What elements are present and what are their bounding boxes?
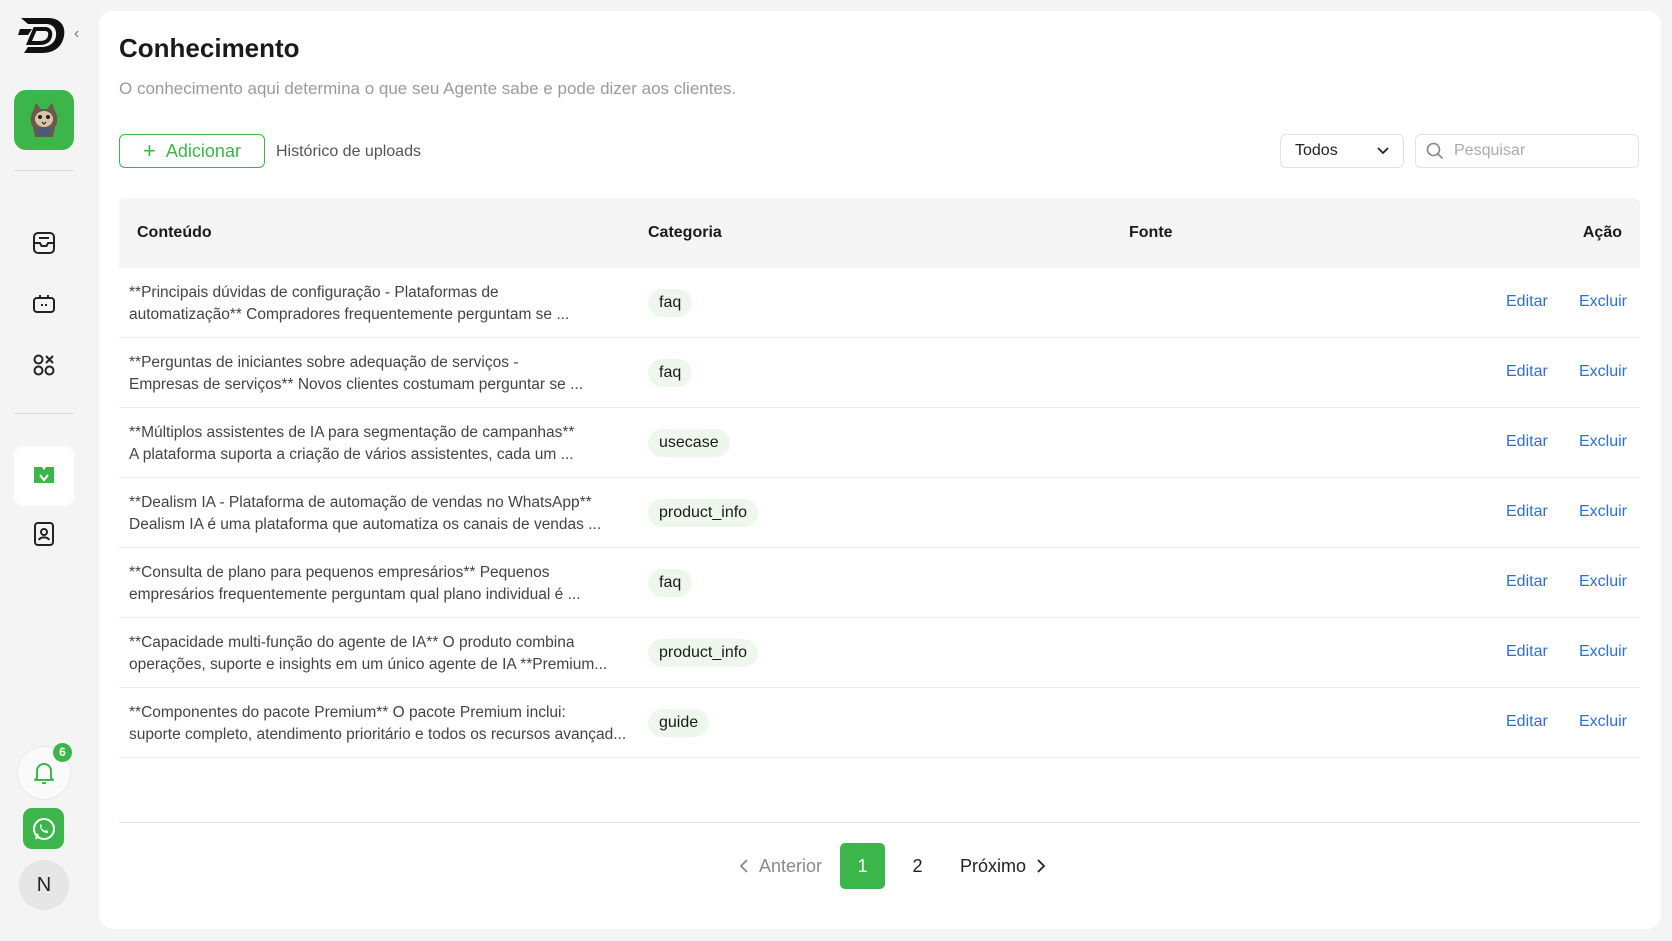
table-row: **Perguntas de iniciantes sobre adequaçã… [119, 338, 1640, 408]
row-content: **Perguntas de iniciantes sobre adequaçã… [129, 352, 629, 396]
table-footer-divider [119, 822, 1640, 823]
previous-page-label: Anterior [759, 855, 823, 876]
add-button-label: Adicionar [165, 140, 241, 161]
row-content: **Consulta de plano para pequenos empres… [129, 562, 629, 606]
row-content-line: automatização** Compradores frequentemen… [129, 306, 570, 323]
edit-button[interactable]: Editar [1506, 433, 1548, 451]
category-tag: usecase [648, 429, 730, 457]
row-content-line: **Múltiplos assistentes de IA para segme… [129, 424, 575, 441]
search-icon [1426, 142, 1444, 160]
category-tag: product_info [648, 499, 759, 527]
row-content-line: **Capacidade multi-função do agente de I… [129, 634, 575, 651]
sidebar: ‹ 6 N [0, 0, 88, 941]
row-content-line: Empresas de serviços** Novos clientes co… [129, 376, 583, 393]
table-row: **Principais dúvidas de configuração - P… [119, 268, 1640, 338]
agent-avatar[interactable] [14, 90, 74, 150]
edit-button[interactable]: Editar [1506, 503, 1548, 521]
chevron-left-icon[interactable]: ‹ [74, 26, 88, 42]
row-content-line: suporte completo, atendimento prioritári… [129, 726, 627, 743]
category-filter-select[interactable]: Todos [1280, 134, 1404, 168]
table-header: Conteúdo Categoria Fonte Ação [119, 198, 1640, 268]
row-content: **Capacidade multi-função do agente de I… [129, 632, 629, 676]
page-1-button[interactable]: 1 [840, 843, 886, 889]
category-tag: faq [648, 359, 693, 387]
chevron-down-icon [1377, 147, 1389, 155]
row-content-line: **Dealism IA - Plataforma de automação d… [129, 494, 592, 511]
chevron-left-icon [739, 859, 748, 873]
table-row: **Consulta de plano para pequenos empres… [119, 548, 1640, 618]
delete-button[interactable]: Excluir [1579, 643, 1627, 661]
table-row: **Múltiplos assistentes de IA para segme… [119, 408, 1640, 478]
next-page-label: Próximo [960, 855, 1027, 876]
row-content-line: **Perguntas de iniciantes sobre adequaçã… [129, 354, 519, 371]
delete-button[interactable]: Excluir [1579, 573, 1627, 591]
table-row: **Dealism IA - Plataforma de automação d… [119, 478, 1640, 548]
add-button[interactable]: + Adicionar [119, 134, 265, 168]
upload-history-link[interactable]: Histórico de uploads [276, 143, 421, 161]
row-content-line: Dealism IA é uma plataforma que automati… [129, 516, 602, 533]
delete-button[interactable]: Excluir [1579, 503, 1627, 521]
edit-button[interactable]: Editar [1506, 293, 1548, 311]
sidebar-divider [14, 170, 74, 171]
logo-icon[interactable] [18, 14, 68, 56]
whatsapp-icon [32, 817, 55, 840]
table-row: **Componentes do pacote Premium** O paco… [119, 688, 1640, 758]
delete-button[interactable]: Excluir [1579, 433, 1627, 451]
table-body: **Principais dúvidas de configuração - P… [119, 268, 1640, 758]
user-avatar[interactable]: N [19, 860, 69, 910]
delete-button[interactable]: Excluir [1579, 293, 1627, 311]
search-box [1415, 134, 1639, 168]
row-content: **Múltiplos assistentes de IA para segme… [129, 422, 629, 466]
page-title: Conhecimento [119, 33, 300, 63]
edit-button[interactable]: Editar [1506, 573, 1548, 591]
row-content-line: **Principais dúvidas de configuração - P… [129, 284, 499, 301]
edit-button[interactable]: Editar [1506, 363, 1548, 381]
delete-button[interactable]: Excluir [1579, 713, 1627, 731]
main-panel: Conhecimento O conhecimento aqui determi… [99, 11, 1661, 929]
row-content-line: empresários frequentemente perguntam qua… [129, 586, 581, 603]
knowledge-icon[interactable] [14, 446, 74, 506]
column-header-content: Conteúdo [137, 224, 212, 241]
notification-badge: 6 [53, 743, 72, 762]
cat-avatar-icon [30, 103, 58, 137]
pagination: Anterior 1 2 Próximo [739, 843, 1046, 889]
previous-page-button[interactable]: Anterior [739, 856, 822, 877]
filter-value: Todos [1295, 142, 1338, 159]
knowledge-table: Conteúdo Categoria Fonte Ação **Principa… [119, 198, 1640, 758]
column-header-source: Fonte [1129, 224, 1173, 241]
row-content: **Componentes do pacote Premium** O paco… [129, 702, 629, 746]
category-tag: faq [648, 569, 693, 597]
category-tag: product_info [648, 639, 759, 667]
bell-icon [34, 763, 54, 784]
edit-button[interactable]: Editar [1506, 643, 1548, 661]
next-page-button[interactable]: Próximo [960, 856, 1046, 877]
delete-button[interactable]: Excluir [1579, 363, 1627, 381]
category-tag: faq [648, 289, 693, 317]
category-tag: guide [648, 709, 710, 737]
search-input[interactable] [1454, 142, 1624, 160]
column-header-action: Ação [1582, 224, 1622, 241]
sidebar-divider [14, 413, 74, 414]
row-content: **Principais dúvidas de configuração - P… [129, 282, 629, 326]
row-content-line: A plataforma suporta a criação de vários… [129, 446, 574, 463]
contacts-icon[interactable] [24, 514, 64, 554]
whatsapp-button[interactable] [23, 808, 64, 849]
inbox-icon[interactable] [24, 223, 64, 263]
row-content-line: operações, suporte e insights em um únic… [129, 656, 608, 673]
row-content-line: **Consulta de plano para pequenos empres… [129, 564, 550, 581]
row-content-line: **Componentes do pacote Premium** O paco… [129, 704, 566, 721]
table-row: **Capacidade multi-função do agente de I… [119, 618, 1640, 688]
page-2-button[interactable]: 2 [895, 843, 940, 889]
column-header-category: Categoria [648, 224, 722, 241]
row-content: **Dealism IA - Plataforma de automação d… [129, 492, 629, 536]
page-description: O conhecimento aqui determina o que seu … [119, 79, 737, 98]
bot-icon[interactable] [24, 284, 64, 324]
integrations-icon[interactable] [24, 345, 64, 385]
chevron-right-icon [1037, 859, 1046, 873]
edit-button[interactable]: Editar [1506, 713, 1548, 731]
plus-icon: + [143, 138, 156, 163]
